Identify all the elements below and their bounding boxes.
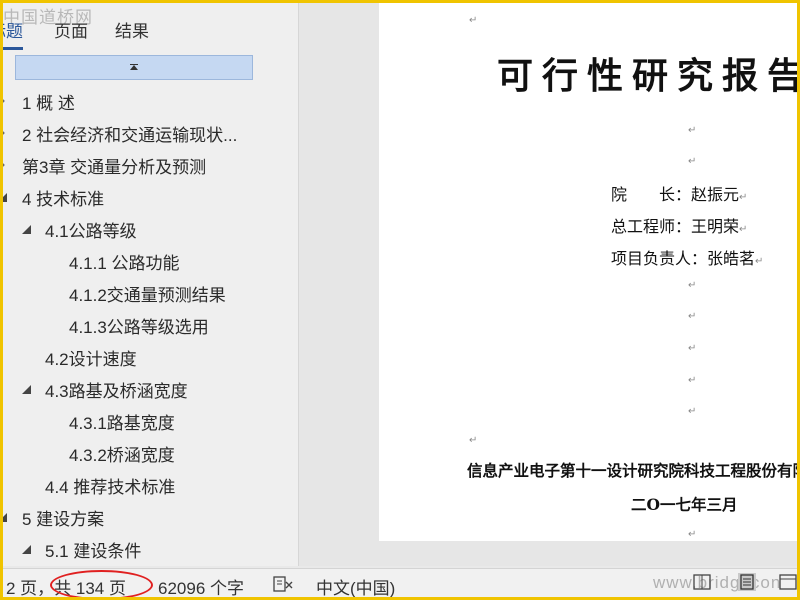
outline-scroll-up-button[interactable] [15,55,253,80]
organization-name: 信息产业电子第十一设计研究院科技工程股份有限公司 [467,461,797,480]
outline-item-label: 4 技术标准 [22,189,105,209]
word-window: 中国道桥网 标题 页面 结果 1 概 述2 社会经济和交通运输现状...第3章 … [3,3,797,597]
report-date: 二O一七年三月 [631,495,738,514]
watermark-url: www.bridgecon [653,573,782,592]
print-layout-icon[interactable] [738,573,756,591]
info-value: 王明荣 [691,219,740,236]
expanded-triangle-icon[interactable] [21,224,31,234]
paragraph-mark: ↵ [688,343,697,354]
outline-item-label: 4.4 推荐技术标准 [45,477,176,497]
outline-item[interactable]: 4.3.1路基宽度 [3,405,298,437]
outline-item[interactable]: 4.4 推荐技术标准 [3,469,298,501]
document-page[interactable]: ↵ 可行性研究报告 ↵ ↵ 院 长：赵振元↵ 总工程师：王明荣↵ 项目负责人：张… [379,3,797,541]
outline-item-label: 4.1.3公路等级选用 [69,317,209,337]
paragraph-mark: ↵ [688,156,697,167]
navigation-pane: 中国道桥网 标题 页面 结果 1 概 述2 社会经济和交通运输现状...第3章 … [3,3,299,566]
collapsed-chevron-icon[interactable] [3,160,7,170]
paragraph-mark: ↵ [688,529,697,540]
outline-item[interactable]: 5.1 建设条件 [3,533,298,565]
outline-item[interactable]: 4.1.3公路等级选用 [3,309,298,341]
outline-item[interactable]: 2 社会经济和交通运输现状... [3,117,298,149]
web-layout-icon[interactable] [779,573,797,591]
tab-pages[interactable]: 页面 [54,17,88,42]
outline-item[interactable]: 4.2设计速度 [3,341,298,373]
outline-item[interactable]: 4.3.2桥涵宽度 [3,437,298,469]
language-status[interactable]: 中文(中国) [316,574,395,597]
paragraph-mark: ↵ [688,280,697,291]
info-chief-engineer: 总工程师：王明荣↵ [611,213,747,237]
outline-item[interactable]: 第3章 交通量分析及预测 [3,149,298,181]
outline-item-label: 4.3.2桥涵宽度 [69,445,175,465]
paragraph-mark: ↵ [739,192,748,203]
tab-headings[interactable]: 标题 [3,17,23,50]
outline-item-label: 4.3路基及桥涵宽度 [45,381,188,401]
tab-results[interactable]: 结果 [115,17,149,42]
paragraph-mark: ↵ [688,125,697,136]
info-value: 张皓茗 [707,251,756,268]
read-mode-icon[interactable] [693,573,711,591]
outline-item-label: 5 建设方案 [22,509,105,529]
paragraph-mark: ↵ [688,311,697,322]
paragraph-mark: ↵ [469,435,478,446]
outline-item-label: 4.1.2交通量预测结果 [69,285,226,305]
expanded-triangle-icon[interactable] [21,384,31,394]
outline-item[interactable]: 4.1.1 公路功能 [3,245,298,277]
outline-item[interactable]: 1 概 述 [3,85,298,117]
expanded-triangle-icon[interactable] [3,512,7,522]
scroll-up-icon [130,63,138,70]
outline-item-label: 5.1 建设条件 [45,541,142,561]
info-president: 院 长：赵振元↵ [611,181,747,205]
info-key: 总工程师： [611,219,692,236]
outline-item[interactable]: 4.3路基及桥涵宽度 [3,373,298,405]
outline-item[interactable]: 4 技术标准 [3,181,298,213]
word-count-status[interactable]: 62096 个字 [158,574,244,597]
page-count-status[interactable]: 2 页，共 134 页 [6,574,126,597]
outline-item-label: 4.1公路等级 [45,221,137,241]
info-project-leader: 项目负责人：张皓茗↵ [611,245,763,269]
outline-item-label: 4.2设计速度 [45,349,137,369]
outline-item-label: 1 概 述 [22,93,75,113]
expanded-triangle-icon[interactable] [21,544,31,554]
paragraph-mark: ↵ [469,15,478,26]
paragraph-mark: ↵ [688,406,697,417]
document-title: 可行性研究报告 [497,55,797,97]
paragraph-mark: ↵ [739,224,748,235]
paragraph-mark: ↵ [688,375,697,386]
outline-item[interactable]: 4.1.2交通量预测结果 [3,277,298,309]
outline-item[interactable]: 4.1公路等级 [3,213,298,245]
outline-item-label: 第3章 交通量分析及预测 [22,157,207,177]
outline-item-label: 2 社会经济和交通运输现状... [22,125,238,145]
outline-item-label: 4.3.1路基宽度 [69,413,175,433]
outline-item-label: 4.1.1 公路功能 [69,253,180,273]
info-value: 赵振元 [691,187,740,204]
expanded-triangle-icon[interactable] [3,192,7,202]
collapsed-chevron-icon[interactable] [3,96,7,106]
info-key: 院 长： [611,187,692,204]
proofing-icon[interactable] [273,576,293,597]
outline-item[interactable]: 5 建设方案 [3,501,298,533]
paragraph-mark: ↵ [755,256,764,267]
info-key: 项目负责人： [611,251,708,268]
collapsed-chevron-icon[interactable] [3,128,7,138]
